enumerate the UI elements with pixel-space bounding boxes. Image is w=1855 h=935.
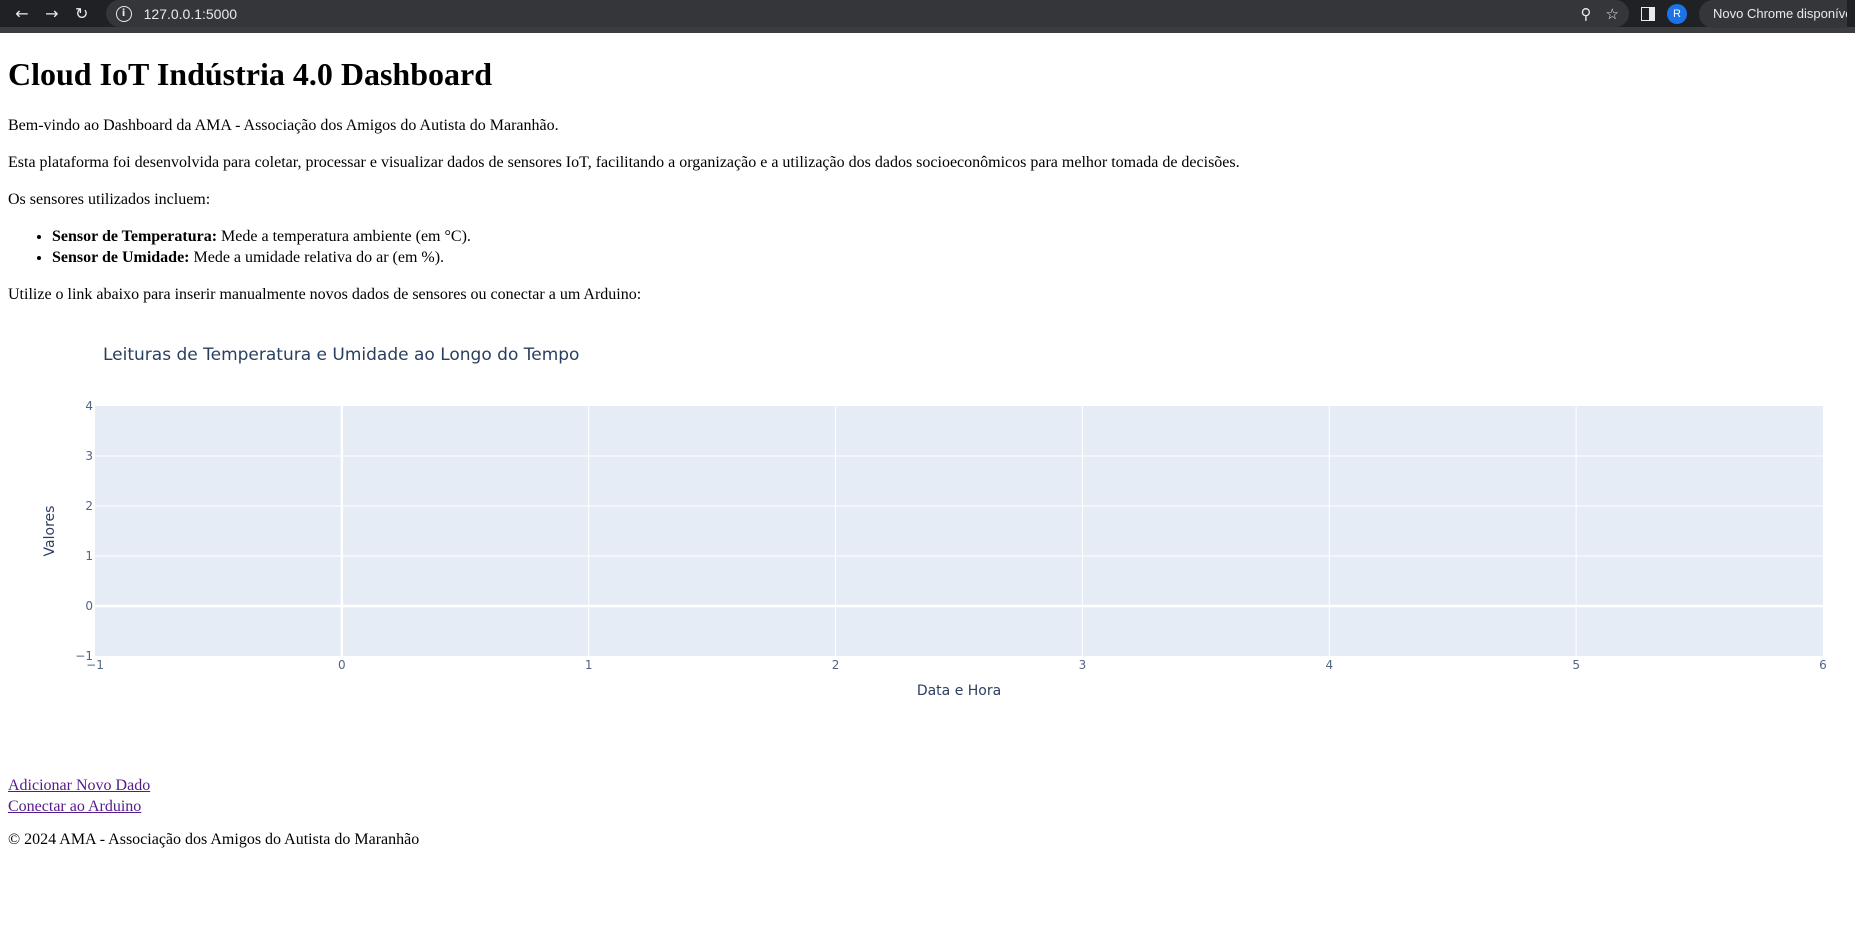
sensors-intro: Os sensores utilizados incluem: [8,191,211,208]
action-links: Adicionar Novo Dado Conectar ao Arduino [8,775,1847,817]
x-tick-label: 2 [832,658,840,672]
y-tick-label: 2 [85,499,93,513]
address-bar[interactable]: i 127.0.0.1:5000 ⚲ ☆ [105,0,1629,27]
x-tick-label: 3 [1079,658,1087,672]
list-item: Sensor de Umidade: Mede a umidade relati… [52,247,1847,268]
x-tick-label: 6 [1819,658,1827,672]
zoom-icon[interactable]: ⚲ [1581,5,1592,23]
x-tick-label: 1 [585,658,593,672]
sensor-desc: Mede a umidade relativa do ar (em %). [189,249,445,266]
site-info-icon[interactable]: i [115,5,132,22]
x-tick-label: 0 [338,658,346,672]
side-panel-icon[interactable] [1641,6,1655,21]
connect-arduino-link[interactable]: Conectar ao Arduino [8,796,1847,817]
page-title: Cloud IoT Indústria 4.0 Dashboard [8,56,493,92]
chart-container[interactable]: −1 0 1 2 3 4 5 6 −1 0 1 2 3 4 Leituras de Temperatura … [0,325,1855,775]
y-tick-label: 4 [85,399,93,413]
x-axis-label: Data e Hora [917,683,1001,699]
forward-arrow-icon[interactable]: → [38,0,66,28]
bookmark-star-icon[interactable]: ☆ [1606,5,1619,23]
x-tick-label: 5 [1572,658,1580,672]
y-tick-label: 0 [85,599,93,613]
y-tick-label: 3 [85,449,93,463]
browser-toolbar: ← → ↻ i 127.0.0.1:5000 ⚲ ☆ R Novo Chrome… [0,0,1855,33]
plot-area [95,406,1823,656]
footer-text: © 2024 AMA - Associação dos Amigos do Au… [8,831,420,848]
sensor-name: Sensor de Umidade: [52,249,190,266]
link-intro: Utilize o link abaixo para inserir manua… [8,286,642,303]
back-arrow-icon[interactable]: ← [8,0,36,28]
y-axis-label: Valores [42,506,58,557]
y-tick-label: −1 [75,649,93,663]
description-text: Esta plataforma foi desenvolvida para co… [8,154,1240,171]
sensor-list: Sensor de Temperatura: Mede a temperatur… [8,226,1847,268]
welcome-text: Bem-vindo ao Dashboard da AMA - Associaç… [8,117,559,134]
line-chart[interactable]: −1 0 1 2 3 4 5 6−101234Leituras de Temperatura … [0,325,1855,775]
y-tick-label: 1 [85,549,93,563]
x-tick-label: 4 [1325,658,1333,672]
url-text[interactable]: 127.0.0.1:5000 [144,6,1581,22]
add-data-link[interactable]: Adicionar Novo Dado [8,775,1847,796]
sensor-name: Sensor de Temperatura: [52,228,218,245]
list-item: Sensor de Temperatura: Mede a temperatur… [52,226,1847,247]
page-content: Cloud IoT Indústria 4.0 Dashboard Bem-vi… [0,54,1855,850]
chart-title: Leituras de Temperatura e Umidade ao Lon… [103,345,579,365]
sensor-desc: Mede a temperatura ambiente (em °C). [217,228,471,245]
reload-icon[interactable]: ↻ [68,0,96,28]
profile-avatar[interactable]: R [1667,3,1687,24]
chrome-update-button[interactable]: Novo Chrome disponível [1699,0,1847,28]
